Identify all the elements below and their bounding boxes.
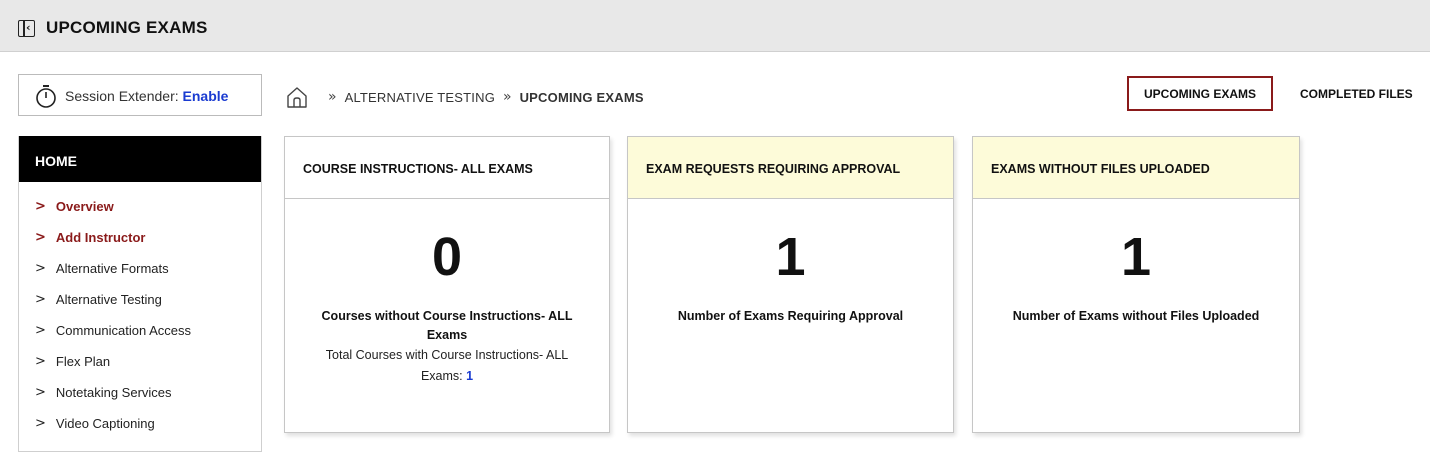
card-title: EXAM REQUESTS REQUIRING APPROVAL bbox=[628, 137, 953, 199]
session-extender-enable-link[interactable]: Enable bbox=[183, 88, 229, 104]
breadcrumb-separator: » bbox=[503, 89, 512, 105]
sidebar-item-alternative-testing[interactable]: > Alternative Testing bbox=[19, 284, 261, 315]
sidebar-item-add-instructor[interactable]: > Add Instructor bbox=[19, 222, 261, 253]
chevron-right-icon: > bbox=[35, 354, 46, 369]
home-icon[interactable] bbox=[286, 85, 308, 109]
chevron-right-icon: > bbox=[35, 323, 46, 338]
sidebar-item-notetaking-services[interactable]: > Notetaking Services bbox=[19, 377, 261, 408]
sidebar-item-label: Communication Access bbox=[55, 323, 192, 338]
sidebar: HOME > Overview > Add Instructor > Alter… bbox=[18, 136, 262, 452]
tab-completed-files[interactable]: COMPLETED FILES bbox=[1300, 76, 1420, 111]
sidebar-item-label: Alternative Formats bbox=[55, 261, 169, 276]
sidebar-item-video-captioning[interactable]: > Video Captioning bbox=[19, 408, 261, 439]
chevron-right-icon: > bbox=[35, 261, 46, 276]
card-description: Courses without Course Instructions- ALL… bbox=[321, 309, 573, 342]
card-title: EXAMS WITHOUT FILES UPLOADED bbox=[973, 137, 1299, 199]
card-count: 1 bbox=[775, 227, 806, 287]
card-course-instructions[interactable]: COURSE INSTRUCTIONS- ALL EXAMS 0 Courses… bbox=[284, 136, 610, 433]
sidebar-item-label: Add Instructor bbox=[55, 230, 146, 245]
card-count: 1 bbox=[1120, 227, 1152, 287]
breadcrumb-separator: » bbox=[328, 89, 337, 105]
chevron-right-icon: > bbox=[35, 292, 46, 307]
chevron-left-icon: ‹ bbox=[26, 21, 31, 34]
sidebar-item-communication-access[interactable]: > Communication Access bbox=[19, 315, 261, 346]
card-subtext: Total Courses with Course Instructions- … bbox=[285, 345, 609, 387]
sidebar-list: > Overview > Add Instructor > Alternativ… bbox=[19, 182, 261, 439]
card-title: COURSE INSTRUCTIONS- ALL EXAMS bbox=[285, 137, 609, 199]
card-description: Number of Exams without Files Uploaded bbox=[1012, 309, 1260, 323]
sidebar-item-label: Flex Plan bbox=[55, 354, 111, 369]
breadcrumb-current: UPCOMING EXAMS bbox=[519, 89, 644, 105]
session-extender-label: Session Extender: Enable bbox=[65, 88, 228, 104]
card-exam-requests-approval[interactable]: EXAM REQUESTS REQUIRING APPROVAL 1 Numbe… bbox=[627, 136, 954, 433]
collapse-sidebar-icon[interactable]: ‹ bbox=[18, 20, 35, 37]
sidebar-heading: HOME bbox=[19, 136, 261, 182]
chevron-right-icon: > bbox=[35, 385, 46, 400]
sidebar-item-flex-plan[interactable]: > Flex Plan bbox=[19, 346, 261, 377]
card-subtext-label: Total Courses with Course Instructions- … bbox=[325, 348, 569, 383]
tab-upcoming-exams[interactable]: UPCOMING EXAMS bbox=[1127, 76, 1273, 111]
breadcrumb-alternative-testing[interactable]: ALTERNATIVE TESTING bbox=[345, 90, 495, 105]
card-subtext-count-link[interactable]: 1 bbox=[466, 369, 473, 383]
card-description: Number of Exams Requiring Approval bbox=[677, 309, 904, 323]
session-extender: Session Extender: Enable bbox=[18, 74, 262, 116]
card-count: 0 bbox=[431, 227, 463, 287]
card-exams-without-files[interactable]: EXAMS WITHOUT FILES UPLOADED 1 Number of… bbox=[972, 136, 1300, 433]
sidebar-item-label: Alternative Testing bbox=[55, 292, 162, 307]
sidebar-item-label: Notetaking Services bbox=[55, 385, 172, 400]
session-extender-text: Session Extender: bbox=[65, 88, 179, 104]
sidebar-item-label: Video Captioning bbox=[55, 416, 155, 431]
breadcrumb: » ALTERNATIVE TESTING » UPCOMING EXAMS bbox=[286, 84, 644, 110]
sidebar-item-alternative-formats[interactable]: > Alternative Formats bbox=[19, 253, 261, 284]
top-bar: ‹ UPCOMING EXAMS bbox=[0, 0, 1430, 52]
sidebar-item-label: Overview bbox=[55, 199, 114, 214]
chevron-right-icon: > bbox=[35, 416, 46, 431]
page-title: UPCOMING EXAMS bbox=[46, 18, 208, 37]
chevron-right-icon: > bbox=[35, 230, 46, 245]
stopwatch-icon bbox=[36, 85, 56, 108]
sidebar-item-overview[interactable]: > Overview bbox=[19, 191, 261, 222]
chevron-right-icon: > bbox=[35, 199, 46, 214]
collapse-bar bbox=[23, 21, 25, 36]
